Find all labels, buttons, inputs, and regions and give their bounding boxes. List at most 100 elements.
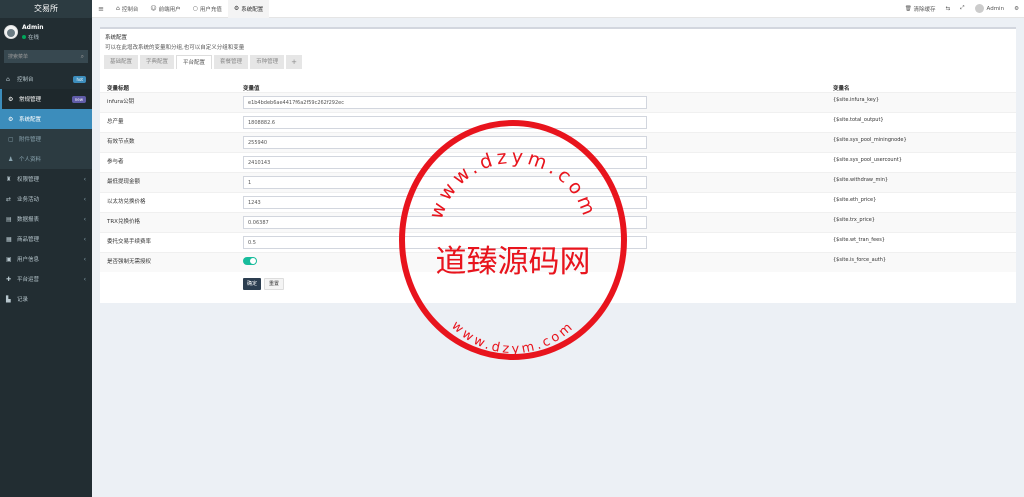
row-var: {$site.wt_tran_fees}	[833, 237, 885, 243]
tran-fees-input[interactable]	[243, 236, 647, 249]
search-icon[interactable]: ⌕	[81, 53, 84, 61]
row-label: 是否强制无需授权	[107, 259, 152, 265]
tab-system-config[interactable]: ⚙ 系统配置	[227, 0, 270, 18]
header-label: 变量标题	[107, 86, 130, 92]
table-row: 有效节点数 {$site.sys_pool_miningnode}	[100, 132, 1016, 152]
force-auth-toggle[interactable]	[243, 257, 257, 265]
sidebar-item-label: 用户信息	[17, 257, 40, 263]
top-navbar: ≡ ⌂ 控制台 ☺ 前端用户 ○ 用户充值 ⚙ 系统配置 🗑︎ 清除缓存 ⇆ ⤢…	[92, 0, 1024, 18]
tab-label: 系统配置	[241, 6, 264, 13]
sidebar-item-business[interactable]: ⇄ 业务活动 ‹	[0, 189, 92, 209]
gear-icon: ⚙	[8, 95, 14, 103]
sidebar-item-label: 个人资料	[19, 157, 42, 163]
sidebar-item-label: 数据报表	[17, 217, 40, 223]
fullscreen-icon[interactable]: ⤢	[960, 5, 964, 12]
sidebar-item-dashboard[interactable]: ⌂ 控制台 hot	[0, 69, 92, 89]
sidebar-item-reports[interactable]: ▤ 数据报表 ‹	[0, 209, 92, 229]
chevron-left-icon: ‹	[83, 275, 86, 283]
brand-logo[interactable]: 交易所	[0, 0, 92, 18]
clear-cache-label: 清除缓存	[913, 6, 936, 13]
total-output-input[interactable]	[243, 116, 647, 129]
status-text: 在线	[28, 34, 40, 41]
chevron-left-icon: ‹	[83, 235, 86, 243]
row-label: 委托交易手续费率	[107, 239, 152, 245]
menu-toggle-icon[interactable]: ≡	[92, 5, 110, 13]
chevron-left-icon: ‹	[83, 255, 86, 263]
sidebar-item-platform[interactable]: ✚ 平台运营 ‹	[0, 269, 92, 289]
row-label: 以太坊兑换价格	[107, 199, 146, 205]
row-var: {$site.is_force_auth}	[833, 257, 887, 263]
tab-recharge[interactable]: ○ 用户充值	[187, 0, 228, 18]
tab-dashboard[interactable]: ⌂ 控制台	[110, 0, 144, 18]
sidebar-item-products[interactable]: ▦ 商品管理 ‹	[0, 229, 92, 249]
page-description: 可以在此增改系统的变量和分组,也可以自定义分组和变量	[105, 45, 245, 51]
row-label: TRX兑换价格	[107, 219, 140, 225]
row-label: 有效节点数	[107, 139, 135, 145]
settings-icon[interactable]: ⚙	[1014, 6, 1019, 12]
tab-currency[interactable]: 币种管理	[250, 55, 285, 69]
clear-cache-button[interactable]: 🗑︎ 清除缓存	[905, 5, 936, 13]
tab-dictionary[interactable]: 字典配置	[140, 55, 175, 69]
sidebar-item-general[interactable]: ⚙ 常规管理 new	[0, 89, 92, 109]
stamp-bottom-arc: www.dzym.com	[448, 318, 577, 357]
sidebar: 交易所 Admin 在线 搜索菜单 ⌕ ⌂ 控制台 hot ⚙ 常规管理 new…	[0, 0, 92, 497]
table-row: 参与者 {$site.sys_pool_usercount}	[100, 152, 1016, 172]
sidebar-item-profile[interactable]: ♟ 个人资料	[0, 149, 92, 169]
eth-price-input[interactable]	[243, 196, 647, 209]
chart-icon: ▙	[6, 295, 11, 303]
withdraw-min-input[interactable]	[243, 176, 647, 189]
chevron-left-icon: ‹	[83, 175, 86, 183]
user-count-input[interactable]	[243, 156, 647, 169]
sidebar-item-system-config[interactable]: ⚙ 系统配置	[0, 109, 92, 129]
tab-packages[interactable]: 套餐管理	[214, 55, 249, 69]
tab-basic[interactable]: 基础配置	[104, 55, 139, 69]
sidebar-item-attachments[interactable]: ▢ 附件管理	[0, 129, 92, 149]
row-var: {$site.trx_price}	[833, 217, 875, 223]
row-var: {$site.infura_key}	[833, 97, 880, 103]
infura-key-input[interactable]	[243, 96, 647, 109]
sidebar-submenu: ⚙ 系统配置 ▢ 附件管理 ♟ 个人资料	[0, 109, 92, 169]
reset-button[interactable]: 重置	[264, 278, 285, 290]
confirm-button[interactable]: 确定	[243, 278, 262, 290]
user-panel: Admin 在线	[0, 18, 92, 46]
user-menu[interactable]: Admin	[974, 4, 1004, 13]
recharge-icon: ○	[192, 5, 198, 12]
tab-frontend-users[interactable]: ☺ 前端用户	[144, 0, 186, 18]
sidebar-item-label: 业务活动	[17, 197, 40, 203]
row-var: {$site.withdraw_min}	[833, 177, 889, 183]
user-status: 在线	[22, 33, 44, 41]
form-actions: 确定 重置	[243, 278, 287, 290]
sidebar-item-label: 商品管理	[17, 237, 40, 243]
user-name: Admin	[22, 23, 44, 31]
dashboard-icon: ⌂	[6, 75, 10, 83]
sidebar-item-label: 常规管理	[19, 97, 42, 103]
sidebar-item-label: 平台运营	[17, 277, 40, 283]
row-label: 最低提现金额	[107, 179, 141, 185]
file-icon: ▢	[8, 135, 14, 143]
table-row: 是否强制无需授权 {$site.is_force_auth}	[100, 252, 1016, 272]
sidebar-item-label: 记录	[17, 297, 29, 303]
sidebar-item-users[interactable]: ▣ 用户信息 ‹	[0, 249, 92, 269]
add-tab-button[interactable]: +	[286, 55, 302, 69]
tab-platform[interactable]: 平台配置	[176, 55, 213, 69]
sidebar-item-permissions[interactable]: ♜ 权限管理 ‹	[0, 169, 92, 189]
sidebar-item-label: 附件管理	[19, 137, 42, 143]
tab-label: 控制台	[121, 6, 139, 13]
trx-price-input[interactable]	[243, 216, 647, 229]
table-row: 委托交易手续费率 {$site.wt_tran_fees}	[100, 232, 1016, 252]
translate-icon[interactable]: ⇆	[946, 6, 951, 12]
settings-icon: ⚙	[8, 115, 14, 123]
hot-badge: hot	[73, 75, 86, 83]
sidebar-item-records[interactable]: ▙ 记录	[0, 289, 92, 309]
trash-icon: 🗑︎	[904, 5, 912, 12]
avatar	[4, 25, 18, 39]
config-panel: 系统配置 可以在此增改系统的变量和分组,也可以自定义分组和变量 基础配置 字典配…	[100, 27, 1016, 303]
mining-node-input[interactable]	[243, 136, 647, 149]
person-icon: ♟	[8, 155, 14, 163]
row-var: {$site.total_output}	[833, 117, 884, 123]
row-label: infura公钥	[107, 99, 135, 105]
avatar	[974, 4, 984, 13]
search-input[interactable]: 搜索菜单	[8, 53, 81, 60]
transfer-icon: ⇄	[6, 195, 12, 203]
sidebar-search[interactable]: 搜索菜单 ⌕	[4, 50, 88, 63]
